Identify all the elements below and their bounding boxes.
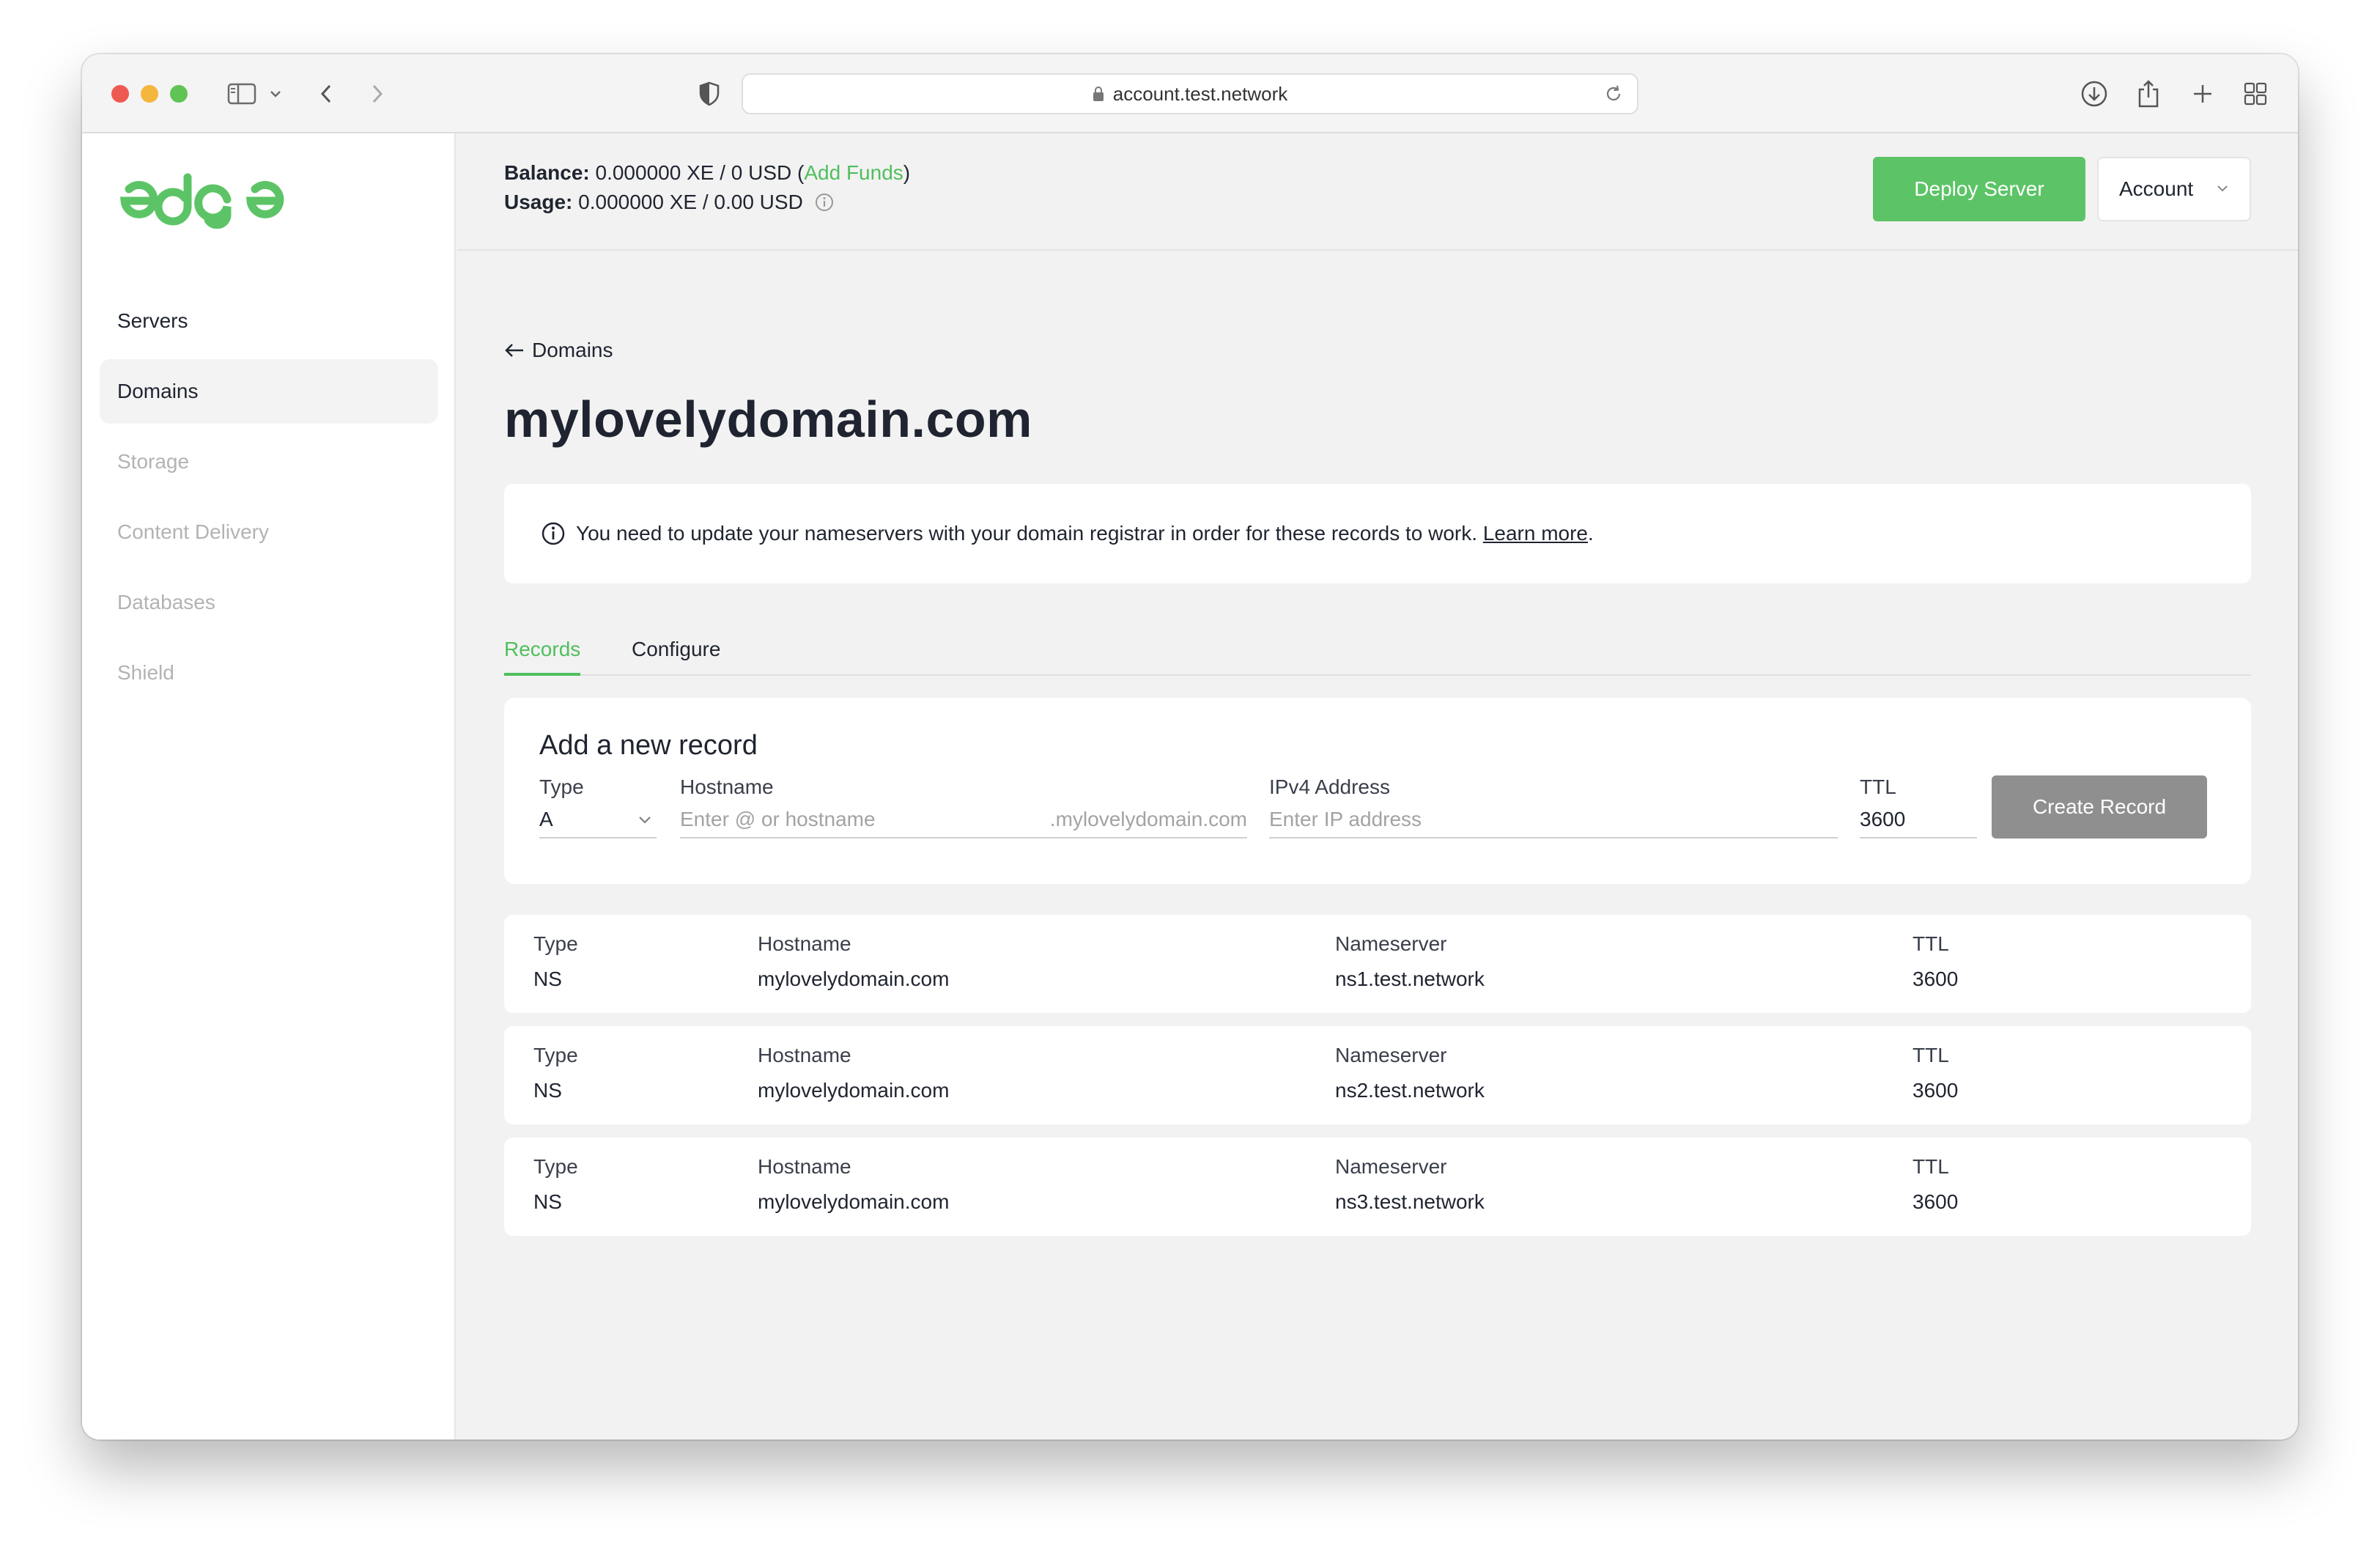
type-value: NS (533, 968, 562, 990)
nameserver-header: Nameserver (1335, 932, 1447, 955)
account-menu-button[interactable]: Account (2097, 157, 2251, 221)
ttl-value: 3600 (1912, 968, 1959, 990)
type-select-value: A (539, 808, 553, 830)
notice-end: . (1588, 522, 1594, 545)
edge-logo[interactable]: edge (117, 170, 286, 232)
main-content: Balance: 0.000000 XE / 0 USD (Add Funds)… (457, 133, 2298, 1440)
hostname-suffix: .mylovelydomain.com (1049, 808, 1247, 830)
ttl-input[interactable]: 3600 (1860, 805, 1977, 838)
balance-label: Balance: (504, 161, 590, 184)
reload-icon[interactable] (1603, 84, 1624, 104)
ipv4-placeholder: Enter IP address (1269, 808, 1422, 830)
address-bar[interactable]: account.test.network (742, 73, 1638, 114)
table-row[interactable]: Type NS Hostname mylovelydomain.com Name… (504, 1026, 2251, 1124)
share-icon[interactable] (2134, 76, 2163, 111)
close-window-button[interactable] (111, 85, 129, 103)
page-title: mylovelydomain.com (504, 391, 1032, 448)
browser-window: account.test.network edge (82, 54, 2298, 1440)
back-link-label: Domains (532, 339, 613, 361)
hostname-value: mylovelydomain.com (758, 968, 950, 990)
tab-configure[interactable]: Configure (632, 632, 720, 676)
account-button-label: Account (2119, 177, 2194, 200)
sidebar-item-content-delivery[interactable]: Content Delivery (100, 500, 438, 564)
nameserver-notice: You need to update your nameservers with… (504, 484, 2251, 583)
sidebar-item-databases[interactable]: Databases (100, 570, 438, 635)
type-header: Type (533, 1155, 578, 1178)
sidebar-item-storage[interactable]: Storage (100, 430, 438, 494)
chevron-down-icon[interactable] (267, 76, 284, 111)
chevron-down-icon (639, 817, 651, 824)
tab-overview-icon[interactable] (2241, 76, 2270, 111)
nameserver-header: Nameserver (1335, 1044, 1447, 1066)
type-header: Type (533, 1044, 578, 1066)
ttl-header: TTL (1912, 1155, 1949, 1178)
hostname-header: Hostname (758, 1044, 851, 1066)
hostname-value: mylovelydomain.com (758, 1079, 950, 1102)
new-tab-icon[interactable] (2188, 76, 2217, 111)
usage-label: Usage: (504, 191, 573, 213)
add-record-title: Add a new record (539, 730, 758, 761)
learn-more-link[interactable]: Learn more (1483, 522, 1588, 545)
nameserver-value: ns2.test.network (1335, 1079, 1485, 1102)
hostname-label: Hostname (680, 775, 774, 798)
minimize-window-button[interactable] (141, 85, 158, 103)
forward-arrow-icon[interactable] (366, 76, 388, 111)
sidebar-item-domains[interactable]: Domains (100, 359, 438, 424)
table-row[interactable]: Type NS Hostname mylovelydomain.com Name… (504, 1138, 2251, 1236)
type-value: NS (533, 1190, 562, 1213)
ttl-label: TTL (1860, 775, 1896, 798)
type-select[interactable]: A (539, 805, 657, 838)
nameserver-value: ns3.test.network (1335, 1190, 1485, 1213)
browser-toolbar: account.test.network (82, 54, 2298, 133)
balance-line: Balance: 0.000000 XE / 0 USD (Add Funds) (504, 161, 911, 184)
hostname-value: mylovelydomain.com (758, 1190, 950, 1213)
arrow-left-icon (505, 344, 523, 357)
hostname-placeholder: Enter @ or hostname (680, 808, 876, 830)
create-record-button[interactable]: Create Record (1992, 775, 2207, 838)
nameserver-header: Nameserver (1335, 1155, 1447, 1178)
usage-line: Usage: 0.000000 XE / 0.00 USD (504, 191, 834, 214)
add-funds-link[interactable]: Add Funds (804, 161, 903, 184)
domain-tabs: Records Configure (504, 632, 2251, 676)
sidebar-item-shield[interactable]: Shield (100, 641, 438, 705)
download-icon[interactable] (2078, 76, 2110, 111)
chevron-down-icon (2217, 185, 2228, 192)
sidebar: edge Servers Domains Storage Content Del… (82, 133, 456, 1440)
shield-privacy-icon[interactable] (695, 76, 724, 111)
tab-records[interactable]: Records (504, 632, 581, 676)
ttl-header: TTL (1912, 1044, 1949, 1066)
ipv4-label: IPv4 Address (1269, 775, 1390, 798)
ttl-value: 3600 (1912, 1190, 1959, 1213)
account-header: Balance: 0.000000 XE / 0 USD (Add Funds)… (457, 133, 2298, 251)
deploy-server-button[interactable]: Deploy Server (1873, 157, 2085, 221)
back-arrow-icon[interactable] (315, 76, 337, 111)
info-icon[interactable] (815, 193, 834, 212)
table-row[interactable]: Type NS Hostname mylovelydomain.com Name… (504, 915, 2251, 1013)
nameserver-value: ns1.test.network (1335, 968, 1485, 990)
info-icon (542, 522, 565, 545)
zoom-window-button[interactable] (170, 85, 188, 103)
ttl-header: TTL (1912, 932, 1949, 955)
lock-icon (1093, 86, 1104, 101)
type-value: NS (533, 1079, 562, 1102)
type-label: Type (539, 775, 584, 798)
hostname-header: Hostname (758, 1155, 851, 1178)
ttl-value: 3600 (1912, 1079, 1959, 1102)
back-to-domains-link[interactable]: Domains (504, 339, 613, 362)
sidebar-toggle-icon[interactable] (226, 76, 258, 111)
add-record-card: Add a new record Type A Hostname Enter @… (504, 698, 2251, 884)
type-header: Type (533, 932, 578, 955)
hostname-input[interactable]: Enter @ or hostname .mylovelydomain.com (680, 805, 1247, 838)
ipv4-input[interactable]: Enter IP address (1269, 805, 1838, 838)
url-text: account.test.network (1112, 82, 1288, 105)
balance-value: 0.000000 XE / 0 USD (595, 161, 792, 184)
notice-text: You need to update your nameservers with… (576, 522, 1478, 545)
hostname-header: Hostname (758, 932, 851, 955)
ttl-value: 3600 (1860, 808, 1906, 830)
usage-value: 0.000000 XE / 0.00 USD (578, 191, 803, 213)
sidebar-item-servers[interactable]: Servers (100, 289, 438, 353)
